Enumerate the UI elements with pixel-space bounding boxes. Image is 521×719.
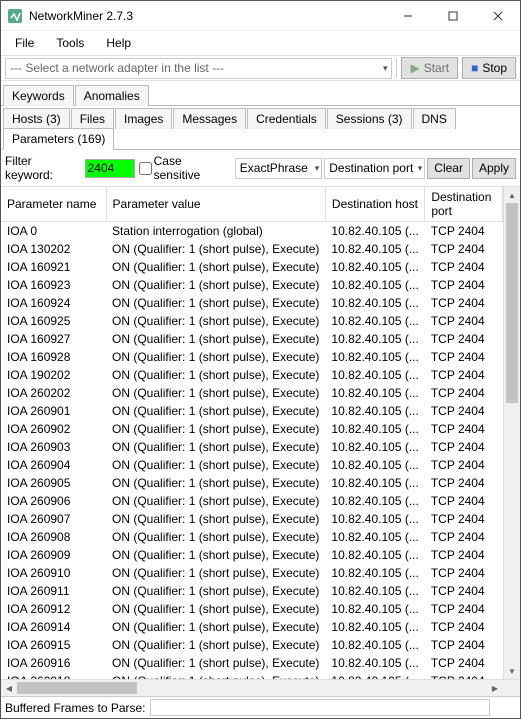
- tab-parameters-169-[interactable]: Parameters (169): [3, 128, 114, 150]
- match-mode-select[interactable]: ExactPhrase▾: [235, 158, 322, 179]
- vertical-scrollbar[interactable]: ▲ ▼: [503, 187, 520, 679]
- table-row[interactable]: IOA 260901ON (Qualifier: 1 (short pulse)…: [1, 402, 503, 420]
- adapter-toolbar: --- Select a network adapter in the list…: [1, 55, 520, 81]
- table-row[interactable]: IOA 260918ON (Qualifier: 1 (short pulse)…: [1, 672, 503, 679]
- stop-icon: ■: [471, 61, 478, 75]
- scroll-up-icon[interactable]: ▲: [504, 187, 520, 203]
- table-row[interactable]: IOA 260909ON (Qualifier: 1 (short pulse)…: [1, 546, 503, 564]
- close-button[interactable]: [475, 1, 520, 30]
- column-header[interactable]: Destination host: [325, 187, 424, 222]
- stop-button[interactable]: ■ Stop: [462, 57, 516, 79]
- table-row[interactable]: IOA 260915ON (Qualifier: 1 (short pulse)…: [1, 636, 503, 654]
- window-title: NetworkMiner 2.7.3: [29, 9, 385, 23]
- table-row[interactable]: IOA 260902ON (Qualifier: 1 (short pulse)…: [1, 420, 503, 438]
- scrollbar-thumb[interactable]: [17, 682, 137, 694]
- tab-dns[interactable]: DNS: [413, 108, 456, 129]
- table-row[interactable]: IOA 190202ON (Qualifier: 1 (short pulse)…: [1, 366, 503, 384]
- tab-sessions-3-[interactable]: Sessions (3): [327, 108, 412, 129]
- case-sensitive-label[interactable]: Case sensitive: [139, 154, 229, 182]
- table-row[interactable]: IOA 160925ON (Qualifier: 1 (short pulse)…: [1, 312, 503, 330]
- table-row[interactable]: IOA 160921ON (Qualifier: 1 (short pulse)…: [1, 258, 503, 276]
- filter-label: Filter keyword:: [5, 154, 81, 182]
- table-row[interactable]: IOA 260911ON (Qualifier: 1 (short pulse)…: [1, 582, 503, 600]
- case-sensitive-checkbox[interactable]: [139, 162, 152, 175]
- scroll-down-icon[interactable]: ▼: [504, 663, 520, 679]
- table-row[interactable]: IOA 260912ON (Qualifier: 1 (short pulse)…: [1, 600, 503, 618]
- chevron-down-icon: ▾: [418, 163, 423, 174]
- adapter-placeholder: --- Select a network adapter in the list…: [10, 61, 224, 75]
- table-row[interactable]: IOA 260903ON (Qualifier: 1 (short pulse)…: [1, 438, 503, 456]
- tab-messages[interactable]: Messages: [173, 108, 246, 129]
- filter-column-select[interactable]: Destination port▾: [324, 158, 425, 179]
- menu-help[interactable]: Help: [96, 34, 141, 52]
- play-icon: ▶: [410, 61, 419, 75]
- tabs: KeywordsAnomalies Hosts (3)FilesImagesMe…: [1, 81, 520, 150]
- table-row[interactable]: IOA 260906ON (Qualifier: 1 (short pulse)…: [1, 492, 503, 510]
- buffered-frames-value: [150, 699, 490, 716]
- start-button[interactable]: ▶ Start: [401, 57, 458, 79]
- table-row[interactable]: IOA 260914ON (Qualifier: 1 (short pulse)…: [1, 618, 503, 636]
- menu-file[interactable]: File: [5, 34, 44, 52]
- table-row[interactable]: IOA 160924ON (Qualifier: 1 (short pulse)…: [1, 294, 503, 312]
- table-row[interactable]: IOA 260908ON (Qualifier: 1 (short pulse)…: [1, 528, 503, 546]
- filter-keyword-input[interactable]: [85, 159, 135, 178]
- filter-bar: Filter keyword: Case sensitive ExactPhra…: [1, 150, 520, 186]
- menu-tools[interactable]: Tools: [46, 34, 94, 52]
- app-icon: [7, 8, 23, 24]
- statusbar: Buffered Frames to Parse:: [1, 696, 520, 718]
- tab-anomalies[interactable]: Anomalies: [75, 85, 149, 106]
- table-row[interactable]: IOA 260907ON (Qualifier: 1 (short pulse)…: [1, 510, 503, 528]
- clear-button[interactable]: Clear: [427, 158, 470, 179]
- scroll-left-icon[interactable]: ◀: [1, 684, 17, 693]
- table-row[interactable]: IOA 260916ON (Qualifier: 1 (short pulse)…: [1, 654, 503, 672]
- table-row[interactable]: IOA 160927ON (Qualifier: 1 (short pulse)…: [1, 330, 503, 348]
- table-row[interactable]: IOA 160928ON (Qualifier: 1 (short pulse)…: [1, 348, 503, 366]
- table-row[interactable]: IOA 260910ON (Qualifier: 1 (short pulse)…: [1, 564, 503, 582]
- table-row[interactable]: IOA 260905ON (Qualifier: 1 (short pulse)…: [1, 474, 503, 492]
- chevron-down-icon: ▾: [315, 163, 320, 174]
- chevron-down-icon: ▾: [383, 63, 388, 74]
- horizontal-scrollbar[interactable]: ◀ ▶: [1, 679, 520, 696]
- scrollbar-thumb[interactable]: [506, 203, 518, 403]
- maximize-button[interactable]: [430, 1, 475, 30]
- tab-images[interactable]: Images: [115, 108, 172, 129]
- table-row[interactable]: IOA 160923ON (Qualifier: 1 (short pulse)…: [1, 276, 503, 294]
- divider: [396, 58, 397, 78]
- tab-hosts-3-[interactable]: Hosts (3): [3, 108, 70, 129]
- table-row[interactable]: IOA 0Station interrogation (global)10.82…: [1, 222, 503, 241]
- parameters-table: Parameter nameParameter valueDestination…: [1, 187, 503, 679]
- tab-files[interactable]: Files: [71, 108, 114, 129]
- buffered-frames-label: Buffered Frames to Parse:: [5, 701, 146, 715]
- column-header[interactable]: Parameter value: [106, 187, 325, 222]
- tab-keywords[interactable]: Keywords: [3, 85, 74, 106]
- titlebar: NetworkMiner 2.7.3: [1, 1, 520, 31]
- tab-credentials[interactable]: Credentials: [247, 108, 326, 129]
- table-row[interactable]: IOA 260904ON (Qualifier: 1 (short pulse)…: [1, 456, 503, 474]
- minimize-button[interactable]: [385, 1, 430, 30]
- adapter-select[interactable]: --- Select a network adapter in the list…: [5, 58, 392, 79]
- apply-button[interactable]: Apply: [472, 158, 516, 179]
- table-row[interactable]: IOA 130202ON (Qualifier: 1 (short pulse)…: [1, 240, 503, 258]
- scroll-right-icon[interactable]: ▶: [487, 684, 503, 693]
- column-header[interactable]: Destination port: [425, 187, 503, 222]
- table-row[interactable]: IOA 260202ON (Qualifier: 1 (short pulse)…: [1, 384, 503, 402]
- column-header[interactable]: Parameter name: [1, 187, 106, 222]
- menubar: File Tools Help: [1, 31, 520, 55]
- parameters-table-wrap: Parameter nameParameter valueDestination…: [1, 186, 520, 679]
